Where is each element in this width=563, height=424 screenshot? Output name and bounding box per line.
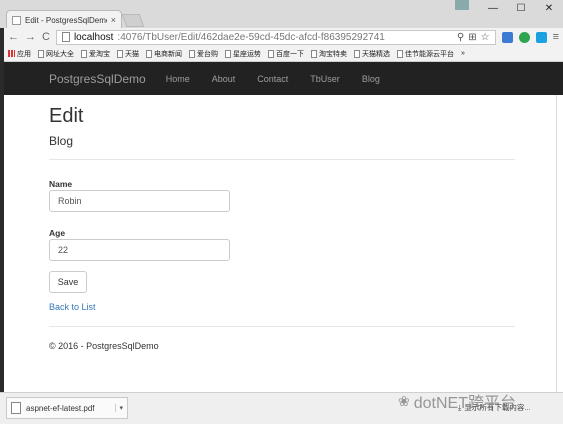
menu-icon[interactable]: ≡ (553, 31, 559, 43)
bookmark-label: 电商新闻 (154, 50, 182, 58)
maximize-icon[interactable]: ☐ (507, 0, 535, 16)
save-button[interactable]: Save (49, 271, 87, 293)
extension-bird-icon[interactable] (535, 31, 547, 43)
back-icon[interactable]: ← (8, 31, 19, 43)
age-label: Age (49, 228, 66, 238)
download-item[interactable]: aspnet-ef-latest.pdf ▾ (6, 397, 128, 419)
page-icon (117, 49, 123, 58)
bookmark-item[interactable]: 淘宝特卖 (311, 49, 347, 59)
bookmark-label: 淘宝特卖 (319, 50, 347, 58)
minimize-icon[interactable]: — (479, 0, 507, 16)
forward-icon[interactable]: → (25, 31, 36, 43)
page-icon (38, 49, 44, 58)
bookmark-item[interactable]: 网址大全 (38, 49, 74, 59)
nav-home[interactable]: Home (166, 74, 190, 84)
divider (49, 159, 515, 160)
nav-about[interactable]: About (212, 74, 236, 84)
window-controls: — ☐ ✕ (479, 0, 563, 16)
url-host: localhost (73, 31, 114, 43)
age-input[interactable] (49, 239, 230, 261)
bookmarks-overflow-icon[interactable]: » (461, 50, 465, 57)
nav-tbuser[interactable]: TbUser (310, 74, 340, 84)
pdf-file-icon (11, 402, 21, 414)
user-profile-icon[interactable] (455, 0, 469, 10)
footer-text: © 2016 - PostgresSqlDemo (49, 341, 159, 351)
watermark: ❀ dotNET跨平台 (398, 389, 516, 413)
page-icon (146, 49, 152, 58)
bookmark-item[interactable]: 星座运势 (225, 49, 261, 59)
bookmark-label: 佳节能源云平台 (405, 50, 454, 58)
reload-icon[interactable]: C (42, 31, 50, 43)
bookmark-label: 网址大全 (46, 50, 74, 58)
url-path: :4076/TbUser/Edit/462dae2e-59cd-45dc-afc… (117, 31, 385, 43)
nav-contact[interactable]: Contact (257, 74, 288, 84)
bookmark-item[interactable]: 电商新闻 (146, 49, 182, 59)
browser-toolbar: ← → C localhost:4076/TbUser/Edit/462dae2… (4, 28, 563, 46)
bookmark-label: 天猫精选 (362, 50, 390, 58)
watermark-text: dotNET跨平台 (413, 395, 516, 412)
bookmark-item[interactable]: 天猫精选 (354, 49, 390, 59)
browser-tab[interactable]: Edit - PostgresSqlDemo × (6, 10, 122, 29)
page-icon (189, 49, 195, 58)
address-bar[interactable]: localhost:4076/TbUser/Edit/462dae2e-59cd… (55, 29, 496, 45)
wechat-logo-icon: ❀ (398, 392, 410, 409)
page-icon (268, 49, 274, 58)
page-icon (311, 49, 317, 58)
page-subtitle: Blog (49, 134, 74, 148)
page-info-icon[interactable] (61, 32, 70, 42)
bookmark-label: 星座运势 (233, 50, 261, 58)
bookmark-item[interactable]: 百度一下 (268, 49, 304, 59)
bookmarks-bar: 应用 网址大全 爱淘宝 天猫 电商新闻 爱台购 星座运势 百度一下 淘宝特卖 天… (4, 46, 563, 62)
bookmark-label: 天猫 (125, 50, 139, 58)
tab-close-icon[interactable]: × (111, 15, 116, 25)
page-title: Edit (49, 105, 84, 127)
name-input[interactable] (49, 190, 230, 212)
tab-title: Edit - PostgresSqlDemo (25, 15, 107, 25)
bookmark-label: 爱台购 (197, 50, 218, 58)
bookmark-label: 应用 (17, 50, 31, 58)
page-icon (397, 49, 403, 58)
bookmark-item[interactable]: 爱台购 (189, 49, 218, 59)
back-to-list-link[interactable]: Back to List (49, 302, 96, 312)
page-content: PostgresSqlDemo Home About Contact TbUse… (4, 62, 563, 392)
page-icon (225, 49, 231, 58)
bookmark-item[interactable]: 应用 (8, 49, 31, 59)
divider (49, 326, 515, 327)
name-label: Name (49, 179, 73, 189)
bookmark-item[interactable]: 天猫 (117, 49, 139, 59)
bookmark-item[interactable]: 佳节能源云平台 (397, 49, 454, 59)
search-icon[interactable]: ⚲ (457, 32, 464, 43)
site-navbar: PostgresSqlDemo Home About Contact TbUse… (4, 62, 563, 95)
bookmark-item[interactable]: 爱淘宝 (81, 49, 110, 59)
page-icon (81, 49, 87, 58)
download-filename: aspnet-ef-latest.pdf (26, 403, 95, 413)
nav-blog[interactable]: Blog (362, 74, 380, 84)
bookmark-star-icon[interactable]: ☆ (481, 32, 490, 43)
chevron-down-icon[interactable]: ▾ (115, 404, 123, 412)
extension-globe-icon[interactable] (518, 31, 530, 43)
apps-icon (8, 50, 15, 57)
page-icon (12, 15, 21, 25)
extension-shield-icon[interactable] (501, 31, 513, 43)
page-edge (556, 95, 557, 392)
page-icon (354, 49, 360, 58)
bookmark-label: 百度一下 (276, 50, 304, 58)
site-brand[interactable]: PostgresSqlDemo (49, 72, 146, 86)
translate-icon[interactable]: ⊞ (468, 32, 476, 43)
bookmark-label: 爱淘宝 (89, 50, 110, 58)
close-icon[interactable]: ✕ (535, 0, 563, 16)
